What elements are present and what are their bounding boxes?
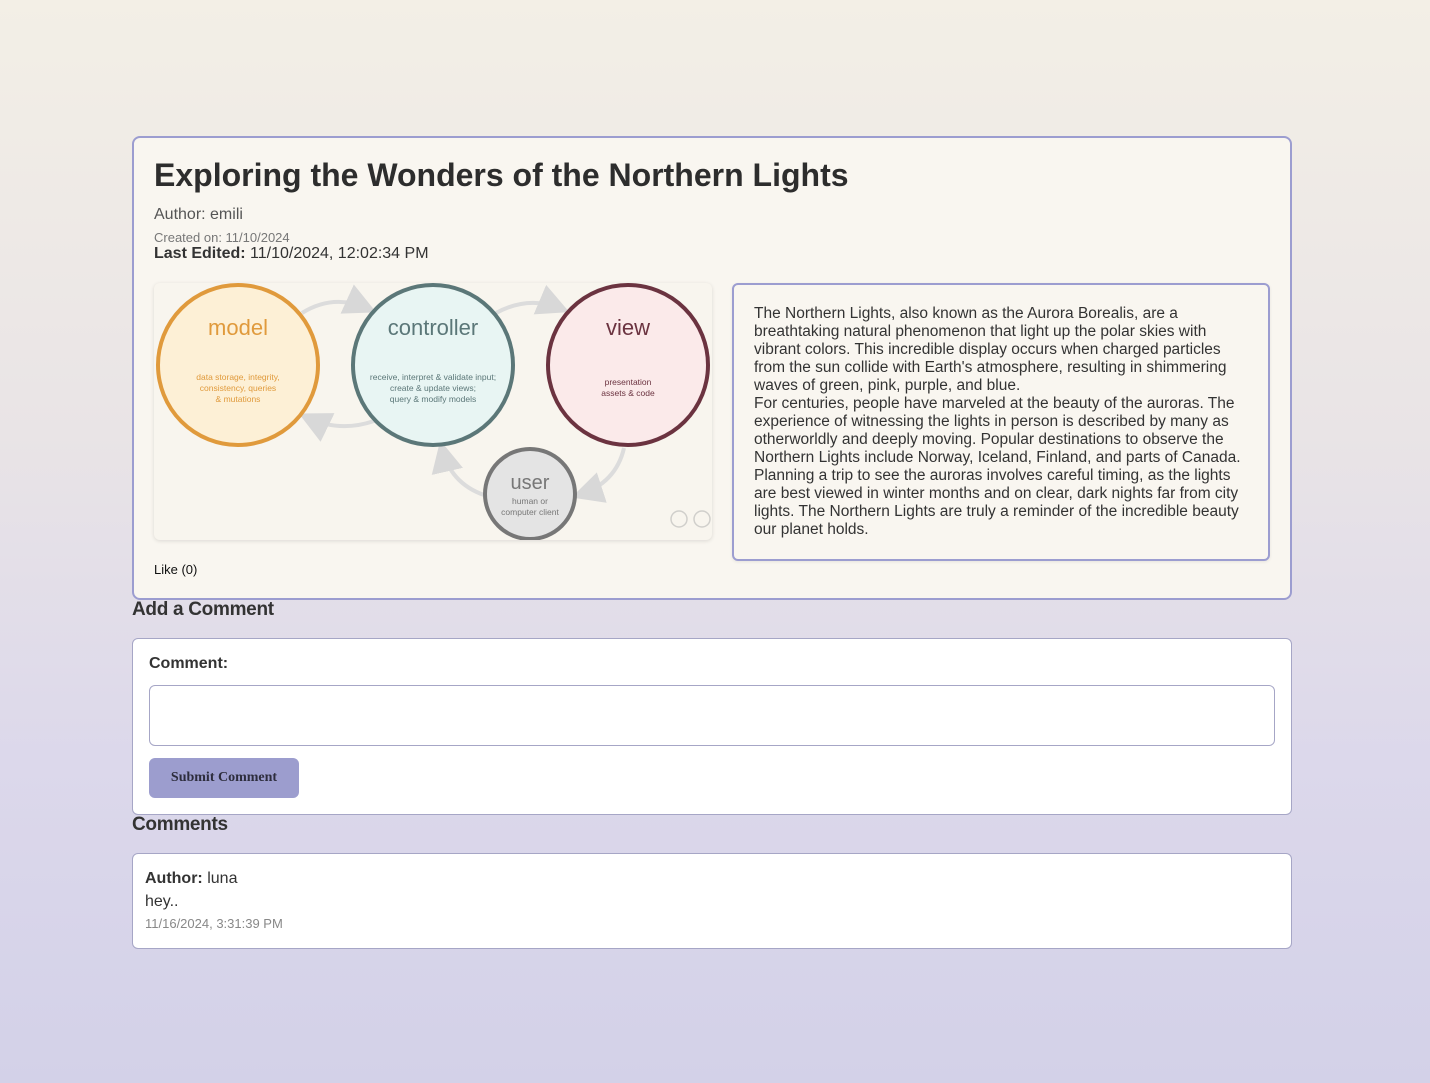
arrow-user-to-controller xyxy=(431,440,485,497)
add-comment-heading: Add a Comment xyxy=(132,599,274,620)
last-edited-value: 11/10/2024, 12:02:34 PM xyxy=(250,245,429,262)
view-desc-1: presentation xyxy=(605,377,652,387)
controller-desc-1: receive, interpret & validate input; xyxy=(370,372,496,382)
comment-timestamp: 11/16/2024, 3:31:39 PM xyxy=(145,916,283,931)
controller-desc-3: query & modify models xyxy=(390,394,476,404)
comment-author: Author: luna xyxy=(145,870,237,888)
like-button[interactable]: Like (0) xyxy=(154,562,197,577)
post-card: Exploring the Wonders of the Northern Li… xyxy=(132,136,1292,600)
post-content: The Northern Lights, also known as the A… xyxy=(732,283,1270,561)
arrow-controller-to-model xyxy=(298,413,375,442)
model-circle: model data storage, integrity, consisten… xyxy=(156,283,320,447)
user-title: user xyxy=(511,472,550,494)
comment-author-name: luna xyxy=(207,870,238,887)
view-desc-2: assets & code xyxy=(601,388,655,398)
user-circle: user human or computer client xyxy=(483,447,577,540)
model-desc-1: data storage, integrity, xyxy=(196,372,279,382)
arrow-view-to-user xyxy=(571,447,626,503)
mvc-diagram-svg: model data storage, integrity, consisten… xyxy=(156,283,711,540)
controller-title: controller xyxy=(388,315,478,340)
user-desc-1: human or xyxy=(512,496,548,506)
user-desc-2: computer client xyxy=(501,507,559,517)
post-created-date: Created on: 11/10/2024 xyxy=(154,230,290,245)
arrow-controller-to-view xyxy=(495,284,570,315)
comment-form: Comment: Submit Comment xyxy=(132,638,1292,815)
post-paragraph-1: The Northern Lights, also known as the A… xyxy=(754,305,1227,394)
model-desc-3: & mutations xyxy=(216,394,261,404)
view-title: view xyxy=(606,315,650,340)
model-desc-2: consistency, queries xyxy=(200,383,276,393)
post-paragraph-2: For centuries, people have marveled at t… xyxy=(754,395,1241,538)
arrow-model-to-controller xyxy=(300,284,377,315)
comment-label: Comment: xyxy=(149,655,229,672)
mvc-diagram-image: model data storage, integrity, consisten… xyxy=(154,283,712,540)
comments-heading: Comments xyxy=(132,814,228,835)
comment-item: Author: luna hey.. 11/16/2024, 3:31:39 P… xyxy=(132,853,1292,949)
comment-input[interactable] xyxy=(149,685,1275,746)
submit-comment-button[interactable]: Submit Comment xyxy=(149,758,299,798)
view-circle: view presentation assets & code xyxy=(546,283,710,447)
cc-by-license-icon xyxy=(670,510,711,528)
controller-circle: controller receive, interpret & validate… xyxy=(351,283,515,447)
last-edited-label: Last Edited: xyxy=(154,245,246,262)
comment-text: hey.. xyxy=(145,893,179,910)
post-author: Author: emili xyxy=(154,206,243,223)
post-title: Exploring the Wonders of the Northern Li… xyxy=(154,157,849,193)
post-last-edited: Last Edited: 11/10/2024, 12:02:34 PM xyxy=(154,245,429,263)
comment-author-label: Author: xyxy=(145,870,203,887)
model-title: model xyxy=(208,315,268,340)
controller-desc-2: create & update views; xyxy=(390,383,476,393)
